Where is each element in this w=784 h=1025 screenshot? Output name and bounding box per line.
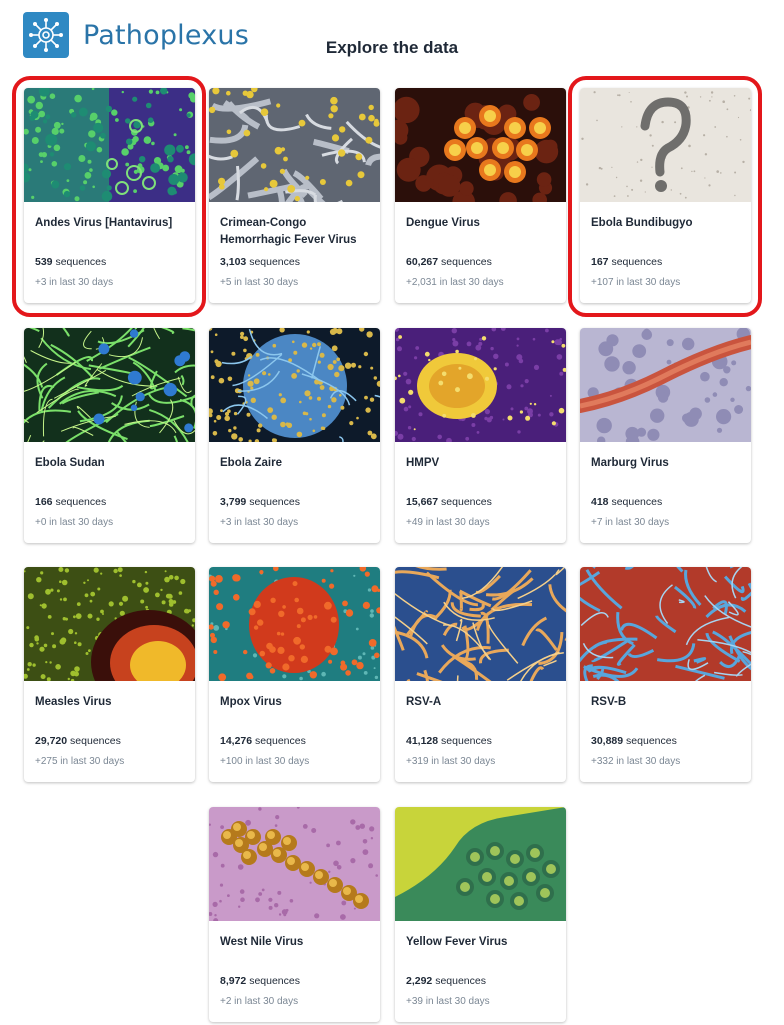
sequence-count-unit: sequences [249, 256, 300, 268]
organism-name: RSV-B [591, 696, 627, 708]
organism-image [24, 328, 195, 442]
sequence-count-unit: sequences [255, 735, 306, 747]
recent-sequences: +39 in last 30 days [406, 996, 490, 1007]
sequence-count-unit: sequences [70, 735, 121, 747]
sequence-count-value: 167 [591, 256, 609, 268]
sequence-count: 3,103 sequences [220, 256, 300, 268]
sequence-count-unit: sequences [611, 256, 663, 268]
sequence-count-value: 2,292 [406, 975, 433, 987]
organism-image [209, 88, 380, 202]
page-title: Explore the data [325, 38, 459, 57]
organism-name: Ebola Zaire [220, 457, 282, 469]
organism-image [580, 88, 751, 202]
sequence-count: 60,267 sequences [406, 256, 492, 268]
sequence-count: 41,128 sequences [406, 735, 492, 747]
organism-image [209, 807, 380, 921]
sequence-count: 539 sequences [35, 256, 106, 268]
sequence-count-unit: sequences [626, 735, 677, 747]
organism-card-ebola-bundibugyo[interactable]: Ebola Bundibugyo 167 sequences +107 in l… [580, 88, 751, 303]
recent-sequences: +3 in last 30 days [35, 277, 114, 288]
organism-card-marburg-virus[interactable]: Marburg Virus 418 sequences +7 in last 3… [580, 328, 751, 543]
recent-sequences: +2,031 in last 30 days [406, 277, 504, 288]
organism-card-measles-virus[interactable]: Measles Virus 29,720 sequences +275 in l… [24, 567, 195, 782]
sequence-count: 30,889 sequences [591, 735, 677, 747]
recent-sequences: +0 in last 30 days [35, 517, 114, 528]
organism-image [24, 88, 195, 202]
organism-name: West Nile Virus [220, 936, 304, 948]
organism-card-dengue-virus[interactable]: Dengue Virus 60,267 sequences +2,031 in … [395, 88, 566, 303]
sequence-count-unit: sequences [55, 496, 107, 508]
organism-name: Crimean-Congo Hemorrhagic Fever Virus [220, 217, 357, 246]
organism-name: HMPV [406, 457, 440, 469]
organism-name: Mpox Virus [220, 696, 282, 708]
sequence-count: 3,799 sequences [220, 496, 300, 508]
organism-name: Yellow Fever Virus [406, 936, 508, 948]
organism-card-rsv-a[interactable]: RSV-A 41,128 sequences +319 in last 30 d… [395, 567, 566, 782]
sequence-count-value: 418 [591, 496, 609, 508]
organism-name: Ebola Sudan [35, 457, 105, 469]
recent-sequences: +49 in last 30 days [406, 517, 490, 528]
sequence-count: 166 sequences [35, 496, 106, 508]
sequence-count-unit: sequences [441, 735, 492, 747]
organism-image [395, 807, 566, 921]
organism-name: RSV-A [406, 696, 442, 708]
organism-name: Andes Virus [Hantavirus] [35, 217, 173, 229]
organism-image [580, 567, 751, 681]
sequence-count: 2,292 sequences [406, 975, 486, 987]
recent-sequences: +5 in last 30 days [220, 277, 299, 288]
sequence-count-value: 3,799 [220, 496, 247, 508]
sequence-count: 15,667 sequences [406, 496, 492, 508]
organism-card-crimean-congo-hemorrhagic-fever-virus[interactable]: Crimean-Congo Hemorrhagic Fever Virus 3,… [209, 88, 380, 303]
sequence-count-value: 539 [35, 256, 53, 268]
organism-image [580, 328, 751, 442]
organism-card-ebola-zaire[interactable]: Ebola Zaire 3,799 sequences +3 in last 3… [209, 328, 380, 543]
sequence-count-value: 3,103 [220, 256, 247, 268]
organism-image [209, 328, 380, 442]
organism-image [395, 567, 566, 681]
organism-card-mpox-virus[interactable]: Mpox Virus 14,276 sequences +100 in last… [209, 567, 380, 782]
sequence-count-unit: sequences [611, 496, 663, 508]
organism-card-yellow-fever-virus[interactable]: Yellow Fever Virus 2,292 sequences +39 i… [395, 807, 566, 1022]
organism-image [209, 567, 380, 681]
sequence-count-unit: sequences [441, 496, 492, 508]
recent-sequences: +332 in last 30 days [591, 756, 681, 767]
sequence-count-value: 15,667 [406, 496, 439, 508]
organism-image [24, 567, 195, 681]
organism-image [395, 88, 566, 202]
sequence-count: 418 sequences [591, 496, 662, 508]
sequence-count: 14,276 sequences [220, 735, 306, 747]
recent-sequences: +100 in last 30 days [220, 756, 310, 767]
organism-card-ebola-sudan[interactable]: Ebola Sudan 166 sequences +0 in last 30 … [24, 328, 195, 543]
recent-sequences: +107 in last 30 days [591, 277, 681, 288]
organism-card-west-nile-virus[interactable]: West Nile Virus 8,972 sequences +2 in la… [209, 807, 380, 1022]
sequence-count-value: 29,720 [35, 735, 68, 747]
organism-name: Measles Virus [35, 696, 112, 708]
organism-card-hmpv[interactable]: HMPV 15,667 sequences +49 in last 30 day… [395, 328, 566, 543]
sequence-count-unit: sequences [249, 975, 300, 987]
organism-image [395, 328, 566, 442]
sequence-count-value: 30,889 [591, 735, 624, 747]
sequence-count: 167 sequences [591, 256, 662, 268]
sequence-count-unit: sequences [55, 256, 107, 268]
organism-card-andes-virus-hantavirus[interactable]: Andes Virus [Hantavirus] 539 sequences +… [24, 88, 195, 303]
sequence-count-value: 41,128 [406, 735, 439, 747]
sequence-count: 29,720 sequences [35, 735, 121, 747]
organism-name: Marburg Virus [591, 457, 669, 469]
sequence-count-unit: sequences [249, 496, 300, 508]
sequence-count-value: 8,972 [220, 975, 247, 987]
sequence-count-value: 166 [35, 496, 53, 508]
recent-sequences: +275 in last 30 days [35, 756, 125, 767]
sequence-count: 8,972 sequences [220, 975, 300, 987]
sequence-count-value: 60,267 [406, 256, 439, 268]
sequence-count-unit: sequences [441, 256, 492, 268]
recent-sequences: +7 in last 30 days [591, 517, 670, 528]
recent-sequences: +319 in last 30 days [406, 756, 496, 767]
sequence-count-value: 14,276 [220, 735, 253, 747]
recent-sequences: +3 in last 30 days [220, 517, 299, 528]
organism-card-rsv-b[interactable]: RSV-B 30,889 sequences +332 in last 30 d… [580, 567, 751, 782]
organism-name: Ebola Bundibugyo [591, 217, 693, 229]
organism-name: Dengue Virus [406, 217, 480, 229]
sequence-count-unit: sequences [435, 975, 486, 987]
recent-sequences: +2 in last 30 days [220, 996, 299, 1007]
